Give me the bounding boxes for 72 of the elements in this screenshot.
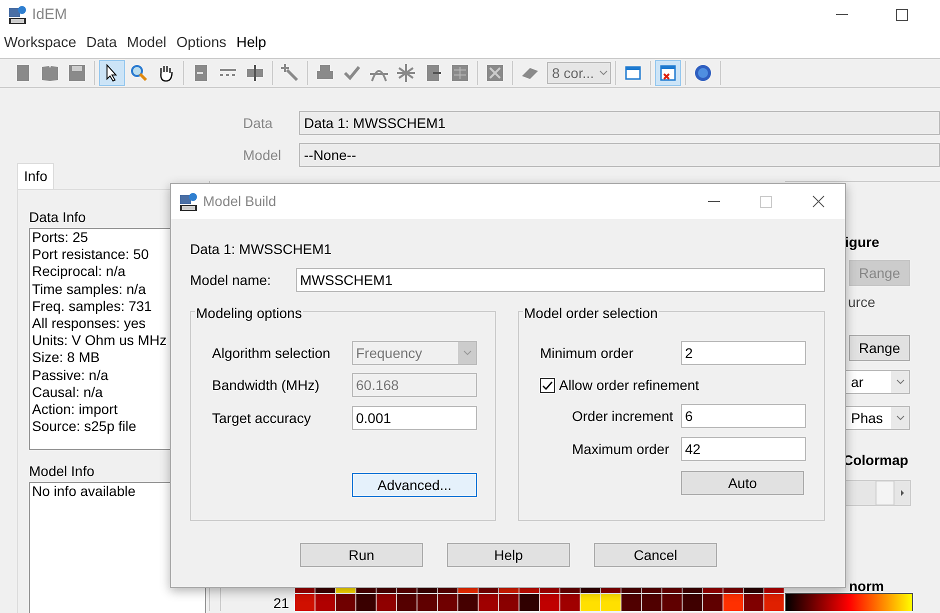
app-icon <box>8 5 28 25</box>
caret-icon <box>896 379 904 385</box>
menu-item[interactable]: Options <box>176 33 232 55</box>
wand-icon <box>280 63 300 83</box>
window-title: IdEM <box>32 4 68 25</box>
order-increment-field[interactable]: 6 <box>681 404 806 428</box>
field-label: Model name: <box>190 270 272 290</box>
dialog-button[interactable]: Cancel <box>594 543 717 567</box>
colorbar-label: norm <box>849 579 885 593</box>
split-icon <box>245 63 265 83</box>
close-icon[interactable] <box>812 195 825 208</box>
field-label: Bandwidth (MHz) <box>212 376 320 395</box>
field-label: Model <box>243 146 282 164</box>
auto-button[interactable]: Auto <box>681 471 804 495</box>
asterisk-icon <box>396 63 416 83</box>
field-label: Minimum order <box>540 344 634 362</box>
menu-item[interactable]: Workspace <box>4 33 82 55</box>
grid-icon <box>450 63 470 83</box>
info-line: All responses: yes <box>32 315 147 332</box>
checkbox-label: Allow order refinement <box>559 376 700 395</box>
field-label: Maximum order <box>572 440 670 458</box>
checkmark-icon <box>342 63 362 83</box>
dialog-button[interactable]: Run <box>300 543 423 567</box>
minimum-order-field[interactable]: 2 <box>681 341 806 365</box>
maximize-icon[interactable] <box>896 9 908 21</box>
section-title: Data Info <box>29 208 87 227</box>
info-line: No info available <box>32 483 137 500</box>
field-label: Order increment <box>572 406 674 426</box>
refinement-checkbox[interactable] <box>540 378 555 393</box>
toolbar-button[interactable] <box>99 60 125 86</box>
dialog-button[interactable]: Help <box>447 543 570 567</box>
menu-item[interactable]: Help <box>236 33 272 55</box>
accuracy-field[interactable]: 0.001 <box>352 406 477 430</box>
caret-icon <box>896 415 904 421</box>
model-name-field[interactable]: MWSSCHEM1 <box>296 268 825 292</box>
advanced-button[interactable]: Advanced... <box>352 473 477 497</box>
info-line: Action: import <box>32 401 119 418</box>
save-icon <box>67 63 87 83</box>
info-line: Time samples: n/a <box>32 280 147 298</box>
app-icon <box>179 192 199 212</box>
minimize-icon[interactable] <box>708 200 720 202</box>
field-label: urce <box>848 293 876 312</box>
data-label: Data 1: MWSSCHEM1 <box>190 240 333 259</box>
section-title: igure <box>845 233 880 252</box>
field-label: Algorithm selection <box>212 344 332 363</box>
window-close-icon <box>658 63 678 83</box>
field-label: Data <box>243 114 274 132</box>
maximize-icon <box>760 196 772 208</box>
caret-icon <box>599 70 608 76</box>
info-tab[interactable]: Info <box>17 163 54 189</box>
info-line: Source: s25p file <box>32 418 138 436</box>
cores-dropdown[interactable]: 8 cor... <box>547 62 611 84</box>
info-line: Causal: n/a <box>32 384 104 402</box>
cross-box-icon <box>485 63 505 83</box>
book-icon <box>40 63 60 83</box>
search-icon <box>129 63 149 83</box>
section-title: Model Info <box>29 462 96 481</box>
row-label: 21 <box>272 595 290 611</box>
model-dropdown[interactable]: --None-- <box>299 143 940 167</box>
field-label: Target accuracy <box>212 408 312 428</box>
caret-icon <box>462 350 472 356</box>
dialog-title: Model Build <box>203 192 276 211</box>
menu-item[interactable]: Model <box>126 33 172 55</box>
menu-item[interactable]: Data <box>86 33 123 55</box>
minimize-icon[interactable] <box>836 14 848 16</box>
info-line: Ports: 25 <box>32 229 90 246</box>
info-line: Units: V Ohm us MHz <box>32 332 168 350</box>
info-line: Passive: n/a <box>32 366 110 384</box>
maximum-order-field[interactable]: 42 <box>681 437 806 461</box>
range-button[interactable]: Range <box>849 335 910 361</box>
info-line: Size: 8 MB <box>32 349 101 367</box>
data-dropdown[interactable]: Data 1: MWSSCHEM1 <box>299 111 940 135</box>
